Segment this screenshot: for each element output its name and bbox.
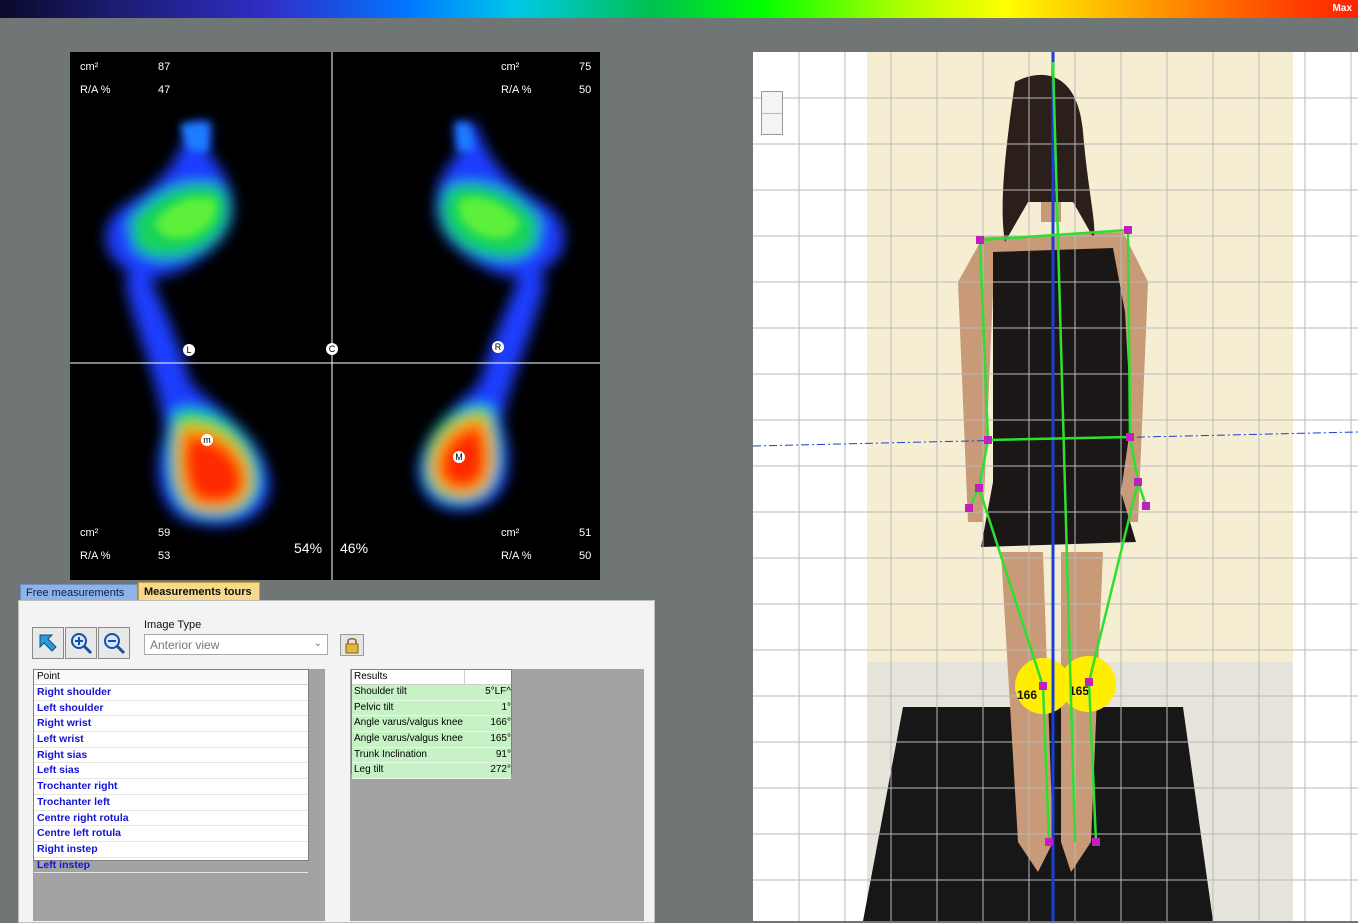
points-header: Point (34, 670, 308, 685)
result-name: Angle varus/valgus knee (354, 717, 463, 729)
tab-free-measurements[interactable]: Free measurements (20, 584, 138, 601)
knee-angle-right: 166 (1017, 688, 1037, 702)
tr-ra-label: R/A % (501, 84, 532, 96)
br-ra-label: R/A % (501, 550, 532, 562)
br-area-label: cm² (501, 527, 520, 539)
br-area-value: 51 (579, 527, 592, 539)
result-value: 1° (501, 701, 511, 713)
table-row[interactable]: Leg tilt 272° (352, 763, 511, 780)
result-value: 5°LF^ (485, 686, 511, 697)
result-name: Pelvic tilt (354, 701, 394, 713)
pressure-color-scale: Max (0, 0, 1358, 18)
bl-ra-value: 53 (158, 550, 171, 562)
list-item[interactable]: Trochanter left (34, 795, 308, 811)
posture-photo-view[interactable]: 166 165 (753, 52, 1358, 921)
view-toggle-top[interactable] (762, 92, 782, 114)
br-ra-value: 50 (579, 550, 592, 562)
points-list[interactable]: Point Right shoulder Left shoulder Right… (33, 669, 309, 874)
table-row[interactable]: Angle varus/valgus knee 165° (352, 732, 511, 748)
marker-left-label: L (186, 345, 191, 355)
marker-center-label: C (329, 344, 336, 354)
list-item[interactable]: Left sias (34, 763, 308, 780)
image-type-value: Anterior view (150, 638, 220, 652)
tr-area-value: 75 (579, 61, 592, 73)
image-type-label: Image Type (144, 619, 202, 631)
result-name: Leg tilt (354, 764, 384, 776)
pressure-heatmap: L C R m M (70, 52, 600, 580)
arrow-cursor-icon (39, 634, 57, 652)
tl-ra-value: 47 (158, 84, 171, 96)
result-value: 166° (490, 717, 511, 729)
result-value: 165° (490, 733, 511, 745)
marker-left-heel-label: m (203, 435, 211, 445)
list-item[interactable]: Right instep (34, 842, 308, 858)
view-toggle-buttons[interactable] (761, 91, 783, 135)
posture-overlay: 166 165 (753, 52, 1358, 921)
zoom-out-button[interactable] (98, 627, 130, 659)
tl-area-label: cm² (80, 61, 99, 73)
list-item[interactable]: Left shoulder (34, 701, 308, 717)
tl-area-value: 87 (158, 61, 171, 73)
left-load-percent: 54% (294, 540, 323, 556)
scale-max-label: Max (1332, 3, 1352, 14)
zoom-in-icon (71, 633, 93, 655)
results-table: Results Shoulder tilt 5°LF^ Pelvic tilt 1°… (351, 669, 512, 780)
table-row[interactable]: Pelvic tilt 1° (352, 700, 511, 717)
result-name: Angle varus/valgus knee (354, 733, 463, 745)
zoom-out-icon (104, 633, 126, 655)
bl-area-label: cm² (80, 527, 99, 539)
tr-area-label: cm² (501, 61, 520, 73)
table-row[interactable]: Trunk Inclination 91° (352, 747, 511, 764)
image-type-select[interactable]: Anterior view ⌄ (144, 634, 328, 655)
list-item[interactable]: Trochanter right (34, 779, 308, 795)
result-value: 272° (490, 764, 511, 776)
list-item[interactable]: Right wrist (34, 716, 308, 733)
result-name: Trunk Inclination (354, 748, 427, 760)
result-name: Shoulder tilt (354, 686, 407, 697)
marker-right-heel-label: M (455, 452, 463, 462)
table-row[interactable]: Shoulder tilt 5°LF^ (352, 685, 511, 701)
tab-measurements-tours[interactable]: Measurements tours (138, 582, 260, 601)
list-item[interactable]: Right shoulder (34, 685, 308, 701)
list-item[interactable]: Left wrist (34, 732, 308, 748)
list-item[interactable]: Left instep (34, 858, 308, 874)
marker-right-label: R (495, 342, 502, 352)
zoom-in-button[interactable] (65, 627, 97, 659)
bl-area-value: 59 (158, 527, 171, 539)
list-item[interactable]: Centre left rotula (34, 826, 308, 842)
bl-ra-label: R/A % (80, 550, 111, 562)
list-item[interactable]: Right sias (34, 748, 308, 764)
result-value: 91° (495, 748, 511, 760)
tl-ra-label: R/A % (80, 84, 111, 96)
list-item[interactable]: Centre right rotula (34, 811, 308, 827)
results-header-label: Results (352, 670, 465, 684)
lock-icon (345, 637, 359, 654)
tr-ra-value: 50 (579, 84, 592, 96)
chevron-down-icon: ⌄ (313, 638, 322, 649)
table-row[interactable]: Angle varus/valgus knee 166° (352, 716, 511, 733)
select-arrow-button[interactable] (32, 627, 64, 659)
results-header: Results (352, 670, 511, 685)
lock-button[interactable] (340, 634, 364, 656)
foot-pressure-map: L C R m M cm² 87 R/A % 47 cm² 75 R/A % 5… (70, 52, 600, 580)
right-load-percent: 46% (340, 540, 369, 556)
